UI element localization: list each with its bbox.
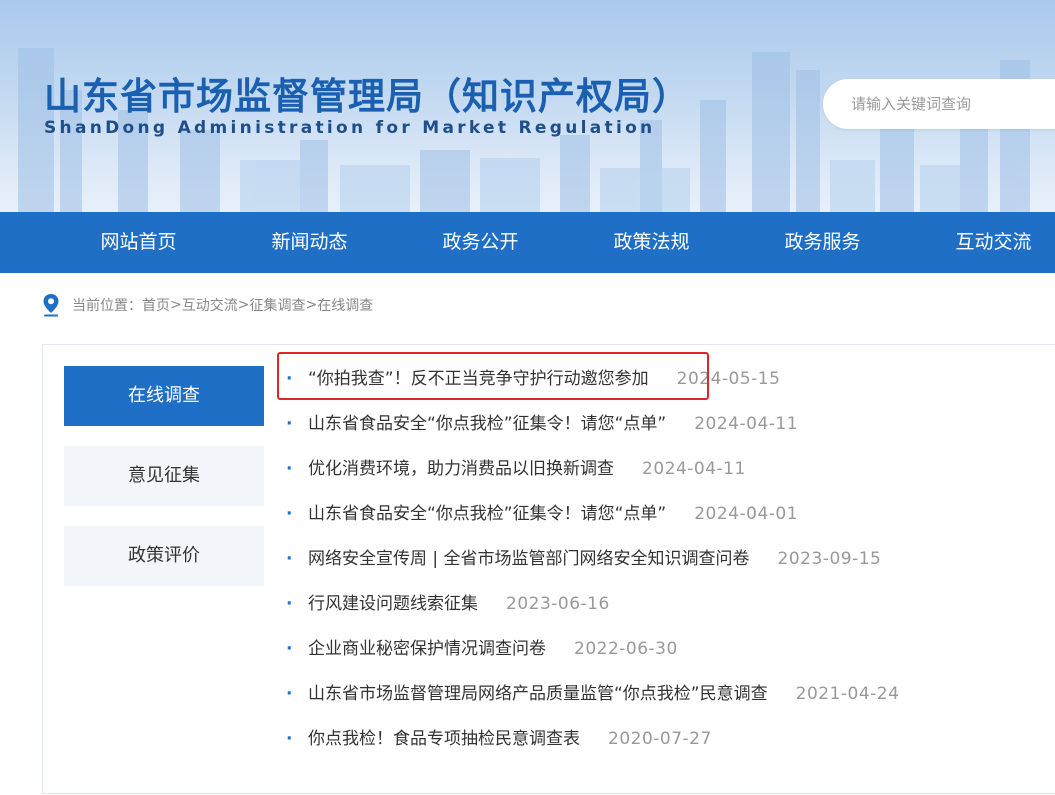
list-bullet: ·	[286, 639, 293, 659]
nav-item-policies[interactable]: 政策法规	[566, 212, 737, 273]
list-item-title[interactable]: “你拍我查”！反不正当竞争守护行动邀您参加	[308, 369, 649, 389]
list-bullet: ·	[286, 459, 293, 479]
list-item-title[interactable]: 山东省食品安全“你点我检”征集令！请您“点单”	[308, 504, 666, 524]
list-item: · “你拍我查”！反不正当竞争守护行动邀您参加 2024-05-15	[286, 359, 780, 399]
list-bullet: ·	[286, 414, 293, 434]
list-item-title[interactable]: 山东省市场监督管理局网络产品质量监管“你点我检”民意调查	[308, 684, 768, 704]
list-item-date: 2023-09-15	[777, 549, 882, 569]
breadcrumb-label: 当前位置：	[72, 298, 142, 314]
list-item: · 山东省食品安全“你点我检”征集令！请您“点单” 2024-04-11	[286, 404, 798, 444]
list-item: · 山东省市场监督管理局网络产品质量监管“你点我检”民意调查 2021-04-24	[286, 674, 899, 714]
list-item-title[interactable]: 山东省食品安全“你点我检”征集令！请您“点单”	[308, 414, 666, 434]
list-item: · 行风建设问题线索征集 2023-06-16	[286, 584, 610, 624]
nav-item-news[interactable]: 新闻动态	[224, 212, 395, 273]
breadcrumb-survey-collection[interactable]: 征集调查	[249, 295, 305, 315]
list-item-date: 2024-04-11	[642, 459, 746, 479]
list-item-title[interactable]: 企业商业秘密保护情况调查问卷	[308, 639, 546, 659]
list-bullet: ·	[286, 594, 293, 614]
list-item-title[interactable]: 优化消费环境，助力消费品以旧换新调查	[308, 459, 614, 479]
list-item-date: 2024-04-11	[694, 414, 799, 434]
search-box[interactable]	[823, 79, 1055, 129]
list-item-title[interactable]: 你点我检！食品专项抽检民意调查表	[308, 729, 580, 749]
breadcrumb-separator: >	[305, 297, 318, 313]
breadcrumb-online-survey[interactable]: 在线调查	[317, 295, 373, 315]
list-item-date: 2023-06-16	[506, 594, 610, 614]
nav-item-interaction[interactable]: 互动交流	[908, 212, 1055, 273]
main-nav: 网站首页 新闻动态 政务公开 政策法规 政务服务 互动交流	[0, 212, 1055, 273]
list-bullet: ·	[286, 729, 293, 749]
breadcrumb-separator: >	[170, 297, 182, 313]
list-item: · 优化消费环境，助力消费品以旧换新调查 2024-04-11	[286, 449, 746, 489]
site-header: 山东省市场监督管理局（知识产权局） ShanDong Administratio…	[0, 0, 1055, 212]
list-item: · 企业商业秘密保护情况调查问卷 2022-06-30	[286, 629, 678, 669]
location-pin-icon	[43, 294, 59, 317]
list-item: · 你点我检！食品专项抽检民意调查表 2020-07-27	[286, 719, 712, 759]
list-item-date: 2020-07-27	[608, 729, 712, 749]
nav-item-gov-affairs[interactable]: 政务公开	[395, 212, 566, 273]
list-item: · 网络安全宣传周 | 全省市场监管部门网络安全知识调查问卷 2023-09-15	[286, 539, 881, 579]
breadcrumb-home[interactable]: 首页	[142, 295, 170, 315]
list-item-date: 2021-04-24	[795, 684, 900, 704]
list-item-date: 2024-05-15	[676, 369, 781, 389]
list-item-date: 2022-06-30	[574, 639, 678, 659]
list-bullet: ·	[286, 504, 293, 524]
sidebar-item-policy-evaluation[interactable]: 政策评价	[64, 526, 264, 586]
list-item: · 山东省食品安全“你点我检”征集令！请您“点单” 2024-04-01	[286, 494, 798, 534]
breadcrumb-separator: >	[237, 297, 250, 313]
site-title: 山东省市场监督管理局（知识产权局）	[44, 75, 690, 118]
list-bullet: ·	[286, 684, 293, 704]
list-bullet: ·	[286, 549, 293, 569]
list-bullet: ·	[286, 369, 293, 389]
list-item-title[interactable]: 网络安全宣传周 | 全省市场监管部门网络安全知识调查问卷	[308, 549, 750, 569]
breadcrumb-interaction[interactable]: 互动交流	[182, 295, 238, 315]
site-subtitle: ShanDong Administration for Market Regul…	[44, 118, 656, 138]
sidebar-item-online-survey[interactable]: 在线调查	[64, 366, 264, 426]
search-input[interactable]	[849, 94, 1053, 114]
list-item-date: 2024-04-01	[694, 504, 799, 524]
breadcrumb: 当前位置： 首页 > 互动交流 > 征集调查 > 在线调查	[42, 293, 373, 317]
nav-item-services[interactable]: 政务服务	[737, 212, 908, 273]
sidebar-item-opinion-collection[interactable]: 意见征集	[64, 446, 264, 506]
list-item-title[interactable]: 行风建设问题线索征集	[308, 594, 478, 614]
nav-item-home[interactable]: 网站首页	[53, 212, 224, 273]
